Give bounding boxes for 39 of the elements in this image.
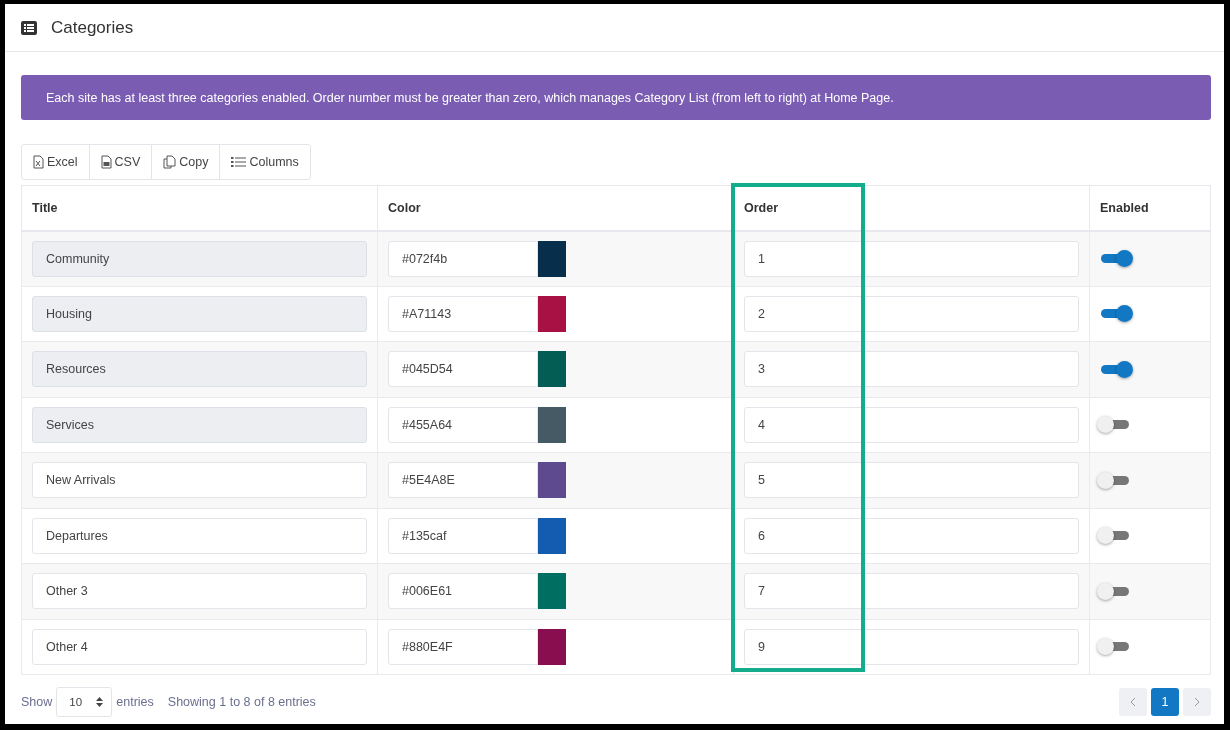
entries-info: Showing 1 to 8 of 8 entries — [167, 695, 316, 709]
title-field[interactable]: Departures — [32, 517, 367, 554]
color-field[interactable]: #006E61 — [388, 573, 538, 610]
order-field[interactable]: 7 — [744, 573, 1079, 610]
color-swatch[interactable] — [538, 462, 566, 499]
color-swatch[interactable] — [538, 517, 566, 554]
column-header: Title — [21, 185, 378, 231]
color-field[interactable]: #135caf — [388, 517, 538, 554]
copy-icon — [163, 155, 177, 169]
columns-button[interactable]: Columns — [219, 144, 311, 180]
color-swatch[interactable] — [538, 628, 566, 665]
order-field[interactable]: 9 — [744, 628, 1079, 665]
info-banner: Each site has at least three categories enabled. Order number must be greater than zero, which manages Category List (from left to right) at Home Page. — [21, 75, 1211, 120]
color-field[interactable]: #880E4F — [388, 628, 538, 665]
title-field[interactable]: Other 4 — [32, 628, 367, 665]
page-title: Categories — [51, 17, 134, 38]
copy-button[interactable]: Copy — [151, 144, 221, 180]
chevron-left-icon — [1130, 697, 1136, 707]
page-size-select[interactable]: 10 — [56, 687, 113, 717]
title-field[interactable]: New Arrivals — [32, 462, 367, 499]
csv-button[interactable]: CSV — [88, 144, 153, 180]
excel-button[interactable]: Excel — [21, 144, 90, 180]
column-header: Enabled — [1089, 185, 1211, 231]
sort-icon — [96, 697, 104, 707]
csv-file-icon — [100, 155, 112, 169]
title-field[interactable]: Other 3 — [32, 573, 367, 610]
order-field[interactable]: 5 — [744, 462, 1079, 499]
column-header: Color — [377, 185, 734, 231]
excel-file-icon — [33, 155, 44, 169]
show-label: Show — [21, 695, 53, 709]
chevron-right-icon — [1194, 697, 1200, 707]
entries-label: entries — [116, 695, 154, 709]
color-field[interactable]: #5E4A8E — [388, 462, 538, 499]
order-field[interactable]: 6 — [744, 517, 1079, 554]
color-swatch[interactable] — [538, 573, 566, 610]
page-button[interactable]: 1 — [1151, 688, 1179, 716]
column-header: Order — [733, 185, 1090, 231]
list-icon — [21, 20, 37, 35]
list-icon — [231, 156, 247, 168]
